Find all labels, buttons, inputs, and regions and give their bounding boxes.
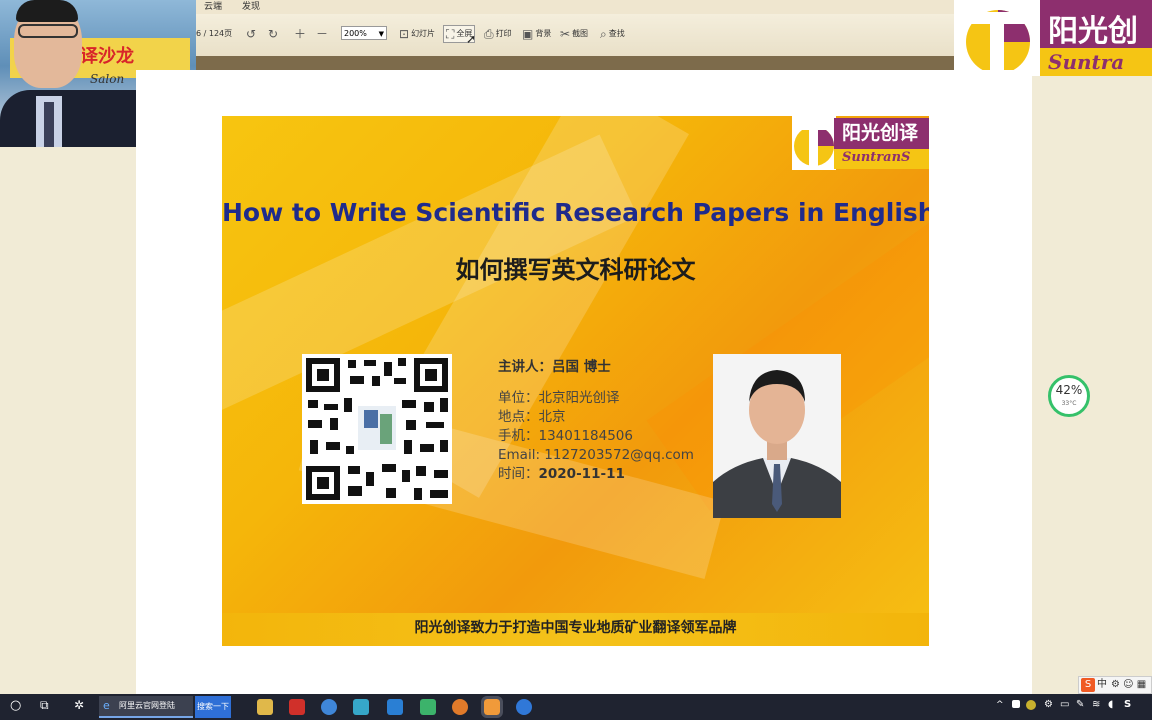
ime-settings-icon[interactable]: ⚙ ☺ ▦ — [1111, 679, 1146, 690]
suntrans-logo-icon — [966, 10, 1030, 74]
widget-temp: 33°C — [1061, 400, 1077, 407]
chevron-up-icon[interactable]: ^ — [996, 700, 1004, 710]
webcam-salon-text: Salon — [90, 72, 125, 86]
taskbar: ○ ⧉ ✲ e 阿里云官网登陆 搜索一下 ^ ⚙ ▭ ✎ ≋ ◖ S — [0, 694, 1152, 720]
taskbar-ie-window[interactable]: e 阿里云官网登陆 — [99, 696, 193, 718]
tray-app-icon[interactable] — [1026, 700, 1036, 710]
brand-name-en: Suntra — [1048, 50, 1125, 74]
reader-toolbar: 6 / 124页 ↺ ↻ ＋ － 200% ▼ ⊡ 幻灯片 ⛶ 全屏 ⎙ 打印 ▣ 背景 … — [196, 14, 956, 57]
suntrans-logo-icon — [792, 116, 836, 170]
info-line-date: 时间：2020-11-11 — [498, 465, 694, 484]
search-icon: ⌕ — [600, 27, 607, 41]
slide-footer: 阳光创译致力于打造中国专业地质矿业翻译领军品牌 — [222, 613, 929, 646]
sogou-icon: S — [1081, 678, 1095, 692]
info-line-phone: 手机：13401184506 — [498, 428, 633, 444]
screenshot-button[interactable]: ✂ 截图 — [560, 24, 588, 44]
zoom-select[interactable]: 200% ▼ — [341, 26, 387, 40]
ie-icon: e — [103, 699, 110, 712]
rotate-right-button[interactable]: ↻ — [268, 24, 278, 44]
slide-title-cn: 如何撰写英文科研论文 — [455, 256, 696, 284]
app-blue-icon[interactable] — [321, 699, 337, 715]
brand-corner: 阳光创 Suntra — [954, 0, 1152, 76]
menu-tab-discover[interactable]: 发现 — [236, 0, 266, 14]
screenshot-label: 截图 — [572, 29, 589, 38]
date-value: 2020-11-11 — [538, 466, 625, 482]
system-tray: ^ ⚙ ▭ ✎ ≋ ◖ S — [992, 694, 1152, 720]
notification-icon[interactable] — [1012, 700, 1020, 708]
presenter-photo — [713, 354, 841, 518]
scissors-icon: ✂ — [560, 27, 571, 41]
toolbar-shadow-band — [196, 56, 956, 70]
info-line-email: Email: 1127203572@qq.com — [498, 447, 694, 463]
ime-mode[interactable]: 中 — [1097, 679, 1107, 690]
slide-logo-en: SuntranS — [842, 150, 911, 165]
background-button[interactable]: ▣ 背景 — [522, 24, 551, 44]
volume-icon[interactable]: ◖ — [1108, 699, 1113, 710]
network-icon[interactable]: ≋ — [1092, 699, 1100, 710]
task-view-icon[interactable]: ⧉ — [40, 698, 49, 713]
zoom-out-button[interactable]: － — [316, 24, 328, 44]
find-button[interactable]: ⌕ 查找 — [600, 24, 625, 44]
date-label: 时间： — [498, 466, 539, 482]
printer-icon: ⎙ — [484, 27, 494, 41]
slideshow-icon: ⊡ — [399, 27, 410, 41]
app-icon[interactable]: ✲ — [74, 698, 84, 712]
ime-toolbar[interactable]: S 中 ⚙ ☺ ▦ — [1078, 676, 1152, 694]
menu-tab-cloud[interactable]: 云端 — [198, 0, 228, 14]
edge-icon[interactable] — [387, 699, 403, 715]
menu-strip: 云端 发现 — [196, 0, 956, 14]
widget-percent: 42% — [1055, 383, 1083, 397]
presenter-name: 主讲人：吕国 博士 — [498, 359, 611, 375]
zoom-in-button[interactable]: ＋ — [294, 24, 306, 44]
presenter-glasses — [18, 24, 78, 38]
slideshow-button[interactable]: ⊡ 幻灯片 — [399, 24, 435, 44]
slide: 阳光创译 SuntranS How to Write Scientific Re… — [222, 116, 929, 646]
presenter-tie — [44, 102, 54, 147]
rotate-left-button[interactable]: ↺ — [246, 24, 256, 44]
slideshow-label: 幻灯片 — [411, 29, 436, 38]
brand-name-cn: 阳光创 — [1048, 14, 1138, 49]
battery-icon[interactable]: ▭ — [1060, 699, 1069, 710]
presenter-hair — [16, 0, 78, 22]
qr-code-icon — [302, 354, 452, 504]
find-label: 查找 — [608, 29, 625, 38]
plus-icon: ＋ — [294, 27, 307, 41]
presenter-info: 主讲人：吕国 博士 单位：北京阳光创译 地点：北京 手机：13401184506… — [498, 358, 694, 484]
slide-logo-cn: 阳光创译 — [842, 122, 919, 144]
info-line-location: 地点：北京 — [498, 409, 566, 425]
taskbar-search-button[interactable]: 搜索一下 — [195, 696, 231, 718]
minus-icon: － — [316, 27, 329, 41]
fullscreen-icon: ⛶ — [446, 27, 455, 41]
app-red-icon[interactable] — [289, 699, 305, 715]
firefox-icon[interactable] — [452, 699, 468, 715]
rotate-right-icon: ↻ — [268, 27, 279, 41]
start-button[interactable]: ○ — [10, 698, 21, 713]
print-button[interactable]: ⎙ 打印 — [484, 24, 512, 44]
tray-settings-icon[interactable]: ⚙ — [1044, 699, 1053, 710]
background-label: 背景 — [535, 29, 552, 38]
mouse-cursor-icon: ➚ — [466, 32, 477, 46]
app-search-icon[interactable] — [353, 699, 369, 715]
rotate-left-icon: ↺ — [246, 27, 257, 41]
background-icon: ▣ — [522, 27, 534, 41]
input-lang-icon[interactable]: S — [1124, 699, 1131, 710]
zoom-value: 200% — [344, 29, 367, 38]
print-label: 打印 — [495, 29, 512, 38]
player-icon[interactable] — [420, 699, 436, 715]
slide-logo: 阳光创译 SuntranS — [792, 116, 929, 170]
webcam-banner-text: 译沙龙 — [80, 46, 134, 67]
app-blue-round-icon[interactable] — [516, 699, 532, 715]
performance-widget[interactable]: 42% 33°C — [1048, 375, 1090, 417]
page-indicator[interactable]: 6 / 124页 — [196, 24, 232, 44]
chevron-down-icon: ▼ — [378, 30, 384, 38]
info-line-unit: 单位：北京阳光创译 — [498, 390, 620, 406]
pen-icon[interactable]: ✎ — [1076, 699, 1084, 710]
slide-title-en: How to Write Scientific Research Papers … — [222, 198, 929, 227]
ie-task-label: 阿里云官网登陆 — [119, 701, 175, 710]
folder-icon[interactable] — [257, 699, 273, 715]
app-orange-icon[interactable] — [481, 696, 503, 718]
